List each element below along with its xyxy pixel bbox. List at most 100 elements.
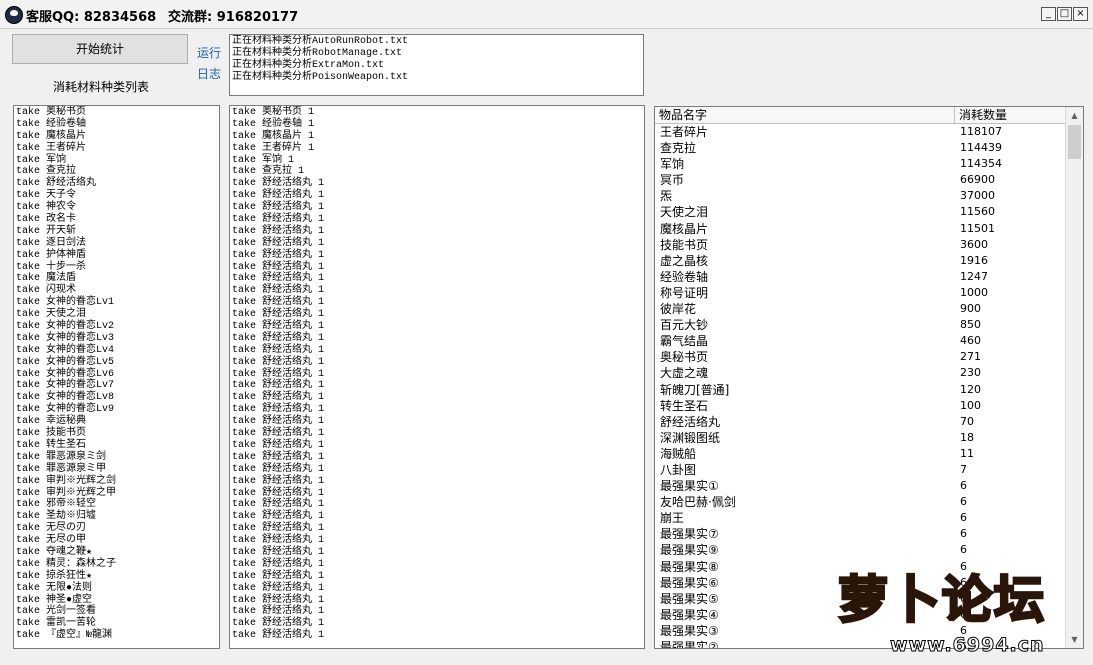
material-list-item[interactable]: take 护体神盾 (16, 250, 217, 262)
table-row[interactable]: 查克拉 114439 (655, 140, 1066, 156)
take-count-item[interactable]: take 舒经活络丸 1 (232, 523, 642, 535)
material-list-item[interactable]: take 军饷 (16, 155, 217, 167)
take-count-item[interactable]: take 舒经活络丸 1 (232, 226, 642, 238)
take-count-item[interactable]: take 舒经活络丸 1 (232, 559, 642, 571)
material-list-item[interactable]: take 光剑一签看 (16, 606, 217, 618)
take-count-item[interactable]: take 舒经活络丸 1 (232, 345, 642, 357)
take-count-item[interactable]: take 舒经活络丸 1 (232, 630, 642, 642)
table-row[interactable]: 炁 37000 (655, 188, 1066, 204)
take-count-item[interactable]: take 奥秘书页 1 (232, 107, 642, 119)
take-count-item[interactable]: take 舒经活络丸 1 (232, 511, 642, 523)
take-count-item[interactable]: take 查克拉 1 (232, 166, 642, 178)
material-type-listbox[interactable]: take 奥秘书页 take 经验卷轴 take 魔核晶片 take 王者碎片 take… (13, 105, 220, 649)
material-list-item[interactable]: take 无尽の刃 (16, 523, 217, 535)
table-row[interactable]: 最强果实① 6 (655, 478, 1066, 494)
take-count-item[interactable]: take 舒经活络丸 1 (232, 488, 642, 500)
material-list-item[interactable]: take 审判※光辉之剑 (16, 476, 217, 488)
material-list-item[interactable]: take 掠杀狂性★ (16, 571, 217, 583)
scroll-thumb[interactable] (1068, 125, 1081, 159)
take-count-item[interactable]: take 舒经活络丸 1 (232, 440, 642, 452)
table-row[interactable]: 技能书页 3600 (655, 237, 1066, 253)
take-count-item[interactable]: take 舒经活络丸 1 (232, 321, 642, 333)
material-list-item[interactable]: take 女神的眷恋Lv5 (16, 357, 217, 369)
take-count-item[interactable]: take 舒经活络丸 1 (232, 392, 642, 404)
log-line[interactable]: 正在材料种类分析RobotManage.txt (232, 48, 641, 60)
material-list-item[interactable]: take 改名卡 (16, 214, 217, 226)
take-count-item[interactable]: take 舒经活络丸 1 (232, 404, 642, 416)
take-count-item[interactable]: take 舒经活络丸 1 (232, 583, 642, 595)
take-count-listbox[interactable]: take 奥秘书页 1 take 经验卷轴 1 take 魔核晶片 1 take 王者… (229, 105, 645, 649)
material-list-item[interactable]: take 女神的眷恋Lv3 (16, 333, 217, 345)
take-count-item[interactable]: take 舒经活络丸 1 (232, 618, 642, 630)
close-button[interactable]: × (1073, 7, 1088, 21)
take-count-item[interactable]: take 舒经活络丸 1 (232, 464, 642, 476)
material-list-item[interactable]: take 女神的眷恋Lv4 (16, 345, 217, 357)
take-count-item[interactable]: take 军饷 1 (232, 155, 642, 167)
material-list-item[interactable]: take 女神的眷恋Lv6 (16, 369, 217, 381)
table-row[interactable]: 深渊锻图纸 18 (655, 430, 1066, 446)
material-list-item[interactable]: take 邪帝※轻空 (16, 499, 217, 511)
material-list-item[interactable]: take 雷凯一苦轮 (16, 618, 217, 630)
take-count-item[interactable]: take 舒经活络丸 1 (232, 476, 642, 488)
material-list-item[interactable]: take 夺魂之鞭★ (16, 547, 217, 559)
take-count-item[interactable]: take 王者碎片 1 (232, 143, 642, 155)
material-list-item[interactable]: take 神圣●虚空 (16, 595, 217, 607)
material-list-item[interactable]: take 闪现术 (16, 285, 217, 297)
table-row[interactable]: 转生圣石 100 (655, 398, 1066, 414)
table-row[interactable]: 海贼船 11 (655, 446, 1066, 462)
material-list-item[interactable]: take 神农令 (16, 202, 217, 214)
take-count-item[interactable]: take 舒经活络丸 1 (232, 214, 642, 226)
take-count-item[interactable]: take 舒经活络丸 1 (232, 238, 642, 250)
material-list-item[interactable]: take 魔法盾 (16, 273, 217, 285)
maximize-button[interactable]: □ (1057, 7, 1072, 21)
table-row[interactable]: 八卦图 7 (655, 462, 1066, 478)
table-row[interactable]: 友哈巴赫·佩剑 6 (655, 494, 1066, 510)
take-count-item[interactable]: take 经验卷轴 1 (232, 119, 642, 131)
material-list-item[interactable]: take 审判※光辉之甲 (16, 488, 217, 500)
log-line[interactable]: 正在材料种类分析PoisonWeapon.txt (232, 72, 641, 84)
take-count-item[interactable]: take 舒经活络丸 1 (232, 285, 642, 297)
table-row[interactable]: 彼岸花 900 (655, 301, 1066, 317)
take-count-item[interactable]: take 舒经活络丸 1 (232, 357, 642, 369)
material-list-item[interactable]: take 无尽の甲 (16, 535, 217, 547)
take-count-item[interactable]: take 舒经活络丸 1 (232, 606, 642, 618)
material-list-item[interactable]: take 王者碎片 (16, 143, 217, 155)
material-list-item[interactable]: take 『虚空』№龍渊 (16, 630, 217, 642)
table-row[interactable]: 称号证明 1000 (655, 285, 1066, 301)
material-list-item[interactable]: take 女神的眷恋Lv7 (16, 380, 217, 392)
take-count-item[interactable]: take 舒经活络丸 1 (232, 262, 642, 274)
material-list-item[interactable]: take 魔核晶片 (16, 131, 217, 143)
material-list-item[interactable]: take 天使之泪 (16, 309, 217, 321)
take-count-item[interactable]: take 舒经活络丸 1 (232, 380, 642, 392)
table-row[interactable]: 舒经活络丸 70 (655, 414, 1066, 430)
material-list-item[interactable]: take 逐日剑法 (16, 238, 217, 250)
take-count-item[interactable]: take 舒经活络丸 1 (232, 309, 642, 321)
material-list-item[interactable]: take 女神的眷恋Lv9 (16, 404, 217, 416)
scroll-up-arrow-icon[interactable]: ▲ (1066, 107, 1083, 124)
material-list-item[interactable]: take 精灵：森林之子 (16, 559, 217, 571)
material-list-item[interactable]: take 奥秘书页 (16, 107, 217, 119)
take-count-item[interactable]: take 舒经活络丸 1 (232, 178, 642, 190)
table-row[interactable]: 王者碎片 118107 (655, 124, 1066, 140)
material-list-item[interactable]: take 无限●法则 (16, 583, 217, 595)
column-header-item-name[interactable]: 物品名字 (655, 107, 955, 123)
table-row[interactable]: 魔核晶片 11501 (655, 221, 1066, 237)
minimize-button[interactable]: _ (1041, 7, 1056, 21)
material-list-item[interactable]: take 女神的眷恋Lv8 (16, 392, 217, 404)
take-count-item[interactable]: take 舒经活络丸 1 (232, 428, 642, 440)
material-list-item[interactable]: take 罪恶源泉ミ甲 (16, 464, 217, 476)
table-row[interactable]: 最强果实⑦ 6 (655, 526, 1066, 542)
material-list-item[interactable]: take 十步一杀 (16, 262, 217, 274)
take-count-item[interactable]: take 舒经活络丸 1 (232, 250, 642, 262)
table-row[interactable]: 霸气结晶 460 (655, 333, 1066, 349)
column-header-consumed-qty[interactable]: 消耗数量 (955, 107, 1066, 123)
table-row[interactable]: 百元大钞 850 (655, 317, 1066, 333)
table-row[interactable]: 奥秘书页 271 (655, 349, 1066, 365)
table-row[interactable]: 军饷 114354 (655, 156, 1066, 172)
material-list-item[interactable]: take 经验卷轴 (16, 119, 217, 131)
table-row[interactable]: 冥币 66900 (655, 172, 1066, 188)
take-count-item[interactable]: take 舒经活络丸 1 (232, 499, 642, 511)
take-count-item[interactable]: take 舒经活络丸 1 (232, 416, 642, 428)
start-statistics-button[interactable]: 开始统计 (12, 34, 188, 64)
take-count-item[interactable]: take 魔核晶片 1 (232, 131, 642, 143)
